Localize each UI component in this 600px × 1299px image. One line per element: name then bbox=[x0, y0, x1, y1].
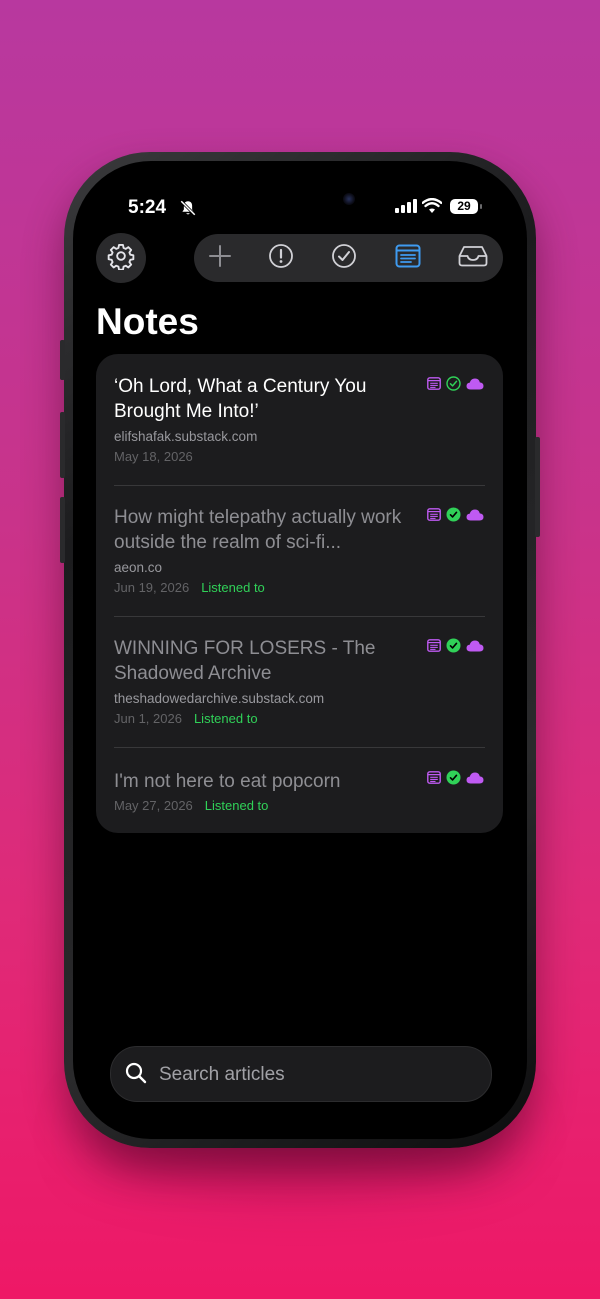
cellular-signal-icon bbox=[395, 199, 417, 218]
articles-list: ‘Oh Lord, What a Century You Brought Me … bbox=[96, 354, 503, 833]
wifi-icon bbox=[421, 197, 443, 219]
search-input[interactable] bbox=[157, 1047, 481, 1103]
battery-level: 29 bbox=[450, 199, 478, 214]
note-badge-icon bbox=[427, 771, 441, 789]
article-date: May 18, 2026 bbox=[114, 449, 193, 464]
search-bar[interactable] bbox=[110, 1046, 492, 1103]
gear-icon bbox=[107, 242, 135, 275]
list-item[interactable]: How might telepathy actually work outsid… bbox=[96, 486, 503, 617]
article-status: Listened to bbox=[204, 798, 269, 813]
list-item[interactable]: WINNING FOR LOSERS - The Shadowed Archiv… bbox=[96, 617, 503, 748]
cloud-icon bbox=[466, 508, 484, 526]
plus-icon bbox=[208, 244, 232, 273]
exclamation-circle-icon bbox=[268, 243, 294, 274]
article-date: Jun 1, 2026 Listened to bbox=[114, 711, 258, 726]
tab-done[interactable] bbox=[320, 234, 368, 282]
filter-toolbar bbox=[194, 234, 503, 282]
notes-icon bbox=[395, 244, 421, 273]
phone-frame: 5:24 29 Notes ‘Oh Lord, What a Century Y… bbox=[60, 152, 540, 1148]
note-badge-icon bbox=[427, 508, 441, 526]
check-badge-icon bbox=[446, 770, 461, 790]
settings-button[interactable] bbox=[96, 233, 146, 283]
page-title: Notes bbox=[96, 301, 199, 342]
inbox-tray-icon bbox=[458, 245, 488, 272]
cloud-icon bbox=[466, 771, 484, 789]
article-domain: aeon.co bbox=[114, 560, 163, 575]
list-item[interactable]: ‘Oh Lord, What a Century You Brought Me … bbox=[96, 354, 503, 485]
article-domain: theshadowedarchive.substack.com bbox=[114, 691, 325, 706]
article-badges bbox=[427, 507, 484, 527]
article-date: May 27, 2026 Listened to bbox=[114, 798, 269, 813]
article-badges bbox=[427, 376, 484, 396]
cloud-icon bbox=[466, 377, 484, 395]
bell-slash-icon bbox=[179, 199, 197, 222]
note-badge-icon bbox=[427, 639, 441, 657]
tab-notes[interactable] bbox=[384, 234, 432, 282]
article-domain: elifshafak.substack.com bbox=[114, 429, 258, 444]
status-time: 5:24 bbox=[128, 197, 167, 218]
article-title: ‘Oh Lord, What a Century You Brought Me … bbox=[114, 376, 367, 422]
check-badge-icon bbox=[446, 638, 461, 658]
article-date: Jun 19, 2026 Listened to bbox=[114, 580, 265, 595]
check-badge-icon bbox=[446, 507, 461, 527]
article-status: Listened to bbox=[193, 711, 258, 726]
volume-down-button bbox=[60, 497, 65, 563]
search-icon bbox=[125, 1062, 147, 1089]
tab-inbox[interactable] bbox=[449, 234, 497, 282]
battery-tip bbox=[480, 204, 482, 209]
front-camera bbox=[343, 193, 355, 205]
volume-up-button bbox=[60, 412, 65, 478]
add-button[interactable] bbox=[196, 234, 244, 282]
tab-important[interactable] bbox=[257, 234, 305, 282]
checkmark-circle-icon bbox=[331, 243, 357, 274]
note-badge-icon bbox=[427, 377, 441, 395]
article-title: I'm not here to eat popcorn bbox=[114, 771, 341, 792]
article-status: Listened to bbox=[201, 580, 265, 595]
screen: 5:24 29 Notes ‘Oh Lord, What a Century Y… bbox=[73, 161, 527, 1139]
side-button bbox=[535, 437, 540, 537]
article-badges bbox=[427, 638, 484, 658]
list-item[interactable]: I'm not here to eat popcorn May 27, 2026… bbox=[96, 748, 503, 833]
action-button bbox=[60, 340, 65, 380]
article-badges bbox=[427, 770, 484, 790]
check-badge-icon bbox=[446, 376, 461, 396]
article-title: How might telepathy actually work outsid… bbox=[114, 507, 402, 553]
article-title: WINNING FOR LOSERS - The Shadowed Archiv… bbox=[114, 638, 376, 684]
cloud-icon bbox=[466, 639, 484, 657]
